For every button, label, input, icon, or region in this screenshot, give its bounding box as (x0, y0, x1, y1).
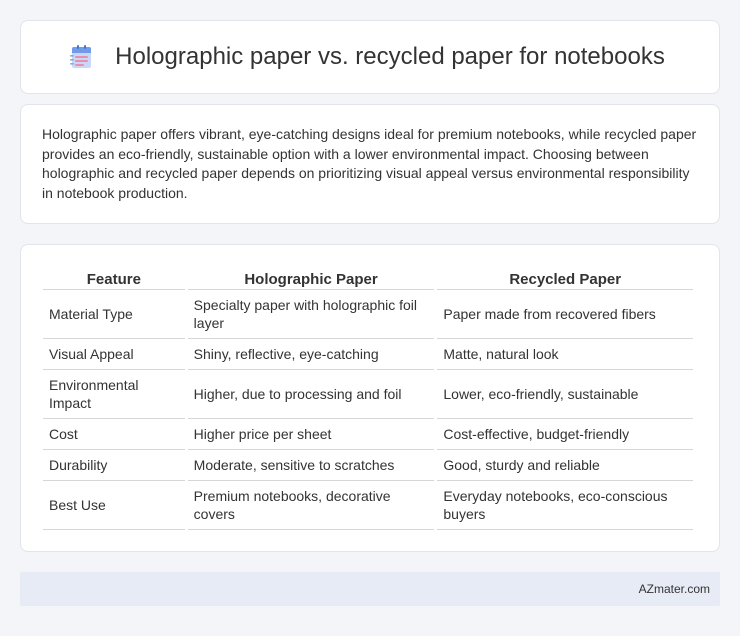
holographic-cell: Specialty paper with holographic foil la… (187, 290, 435, 339)
feature-cell: Best Use (43, 481, 185, 530)
column-header-feature: Feature (43, 265, 185, 290)
footer: AZmater.com (20, 572, 720, 606)
table-row: Material Type Specialty paper with holog… (43, 290, 693, 339)
summary-card: Holographic paper offers vibrant, eye-ca… (20, 104, 720, 224)
recycled-cell: Everyday notebooks, eco-conscious buyers (437, 481, 693, 530)
column-header-recycled: Recycled Paper (437, 265, 693, 290)
recycled-cell: Paper made from recovered fibers (437, 290, 693, 339)
feature-cell: Visual Appeal (43, 339, 185, 370)
table-row: Visual Appeal Shiny, reflective, eye-cat… (43, 339, 693, 370)
table-row: Environmental Impact Higher, due to proc… (43, 370, 693, 419)
recycled-cell: Good, sturdy and reliable (437, 450, 693, 481)
holographic-cell: Higher, due to processing and foil (187, 370, 435, 419)
table-row: Best Use Premium notebooks, decorative c… (43, 481, 693, 530)
feature-cell: Material Type (43, 290, 185, 339)
holographic-cell: Premium notebooks, decorative covers (187, 481, 435, 530)
recycled-cell: Matte, natural look (437, 339, 693, 370)
table-row: Durability Moderate, sensitive to scratc… (43, 450, 693, 481)
recycled-cell: Cost-effective, budget-friendly (437, 419, 693, 450)
feature-cell: Environmental Impact (43, 370, 185, 419)
summary-text: Holographic paper offers vibrant, eye-ca… (42, 126, 697, 201)
notebook-icon (70, 45, 92, 68)
holographic-cell: Moderate, sensitive to scratches (187, 450, 435, 481)
holographic-cell: Shiny, reflective, eye-catching (187, 339, 435, 370)
feature-cell: Cost (43, 419, 185, 450)
feature-cell: Durability (43, 450, 185, 481)
page-title: Holographic paper vs. recycled paper for… (115, 43, 665, 70)
column-header-holographic: Holographic Paper (187, 265, 435, 290)
comparison-card: Feature Holographic Paper Recycled Paper… (20, 244, 720, 552)
footer-site-link[interactable]: AZmater.com (639, 582, 710, 596)
comparison-table: Feature Holographic Paper Recycled Paper… (40, 265, 696, 530)
table-header-row: Feature Holographic Paper Recycled Paper (43, 265, 693, 290)
holographic-cell: Higher price per sheet (187, 419, 435, 450)
title-card: Holographic paper vs. recycled paper for… (20, 20, 720, 94)
recycled-cell: Lower, eco-friendly, sustainable (437, 370, 693, 419)
table-row: Cost Higher price per sheet Cost-effecti… (43, 419, 693, 450)
